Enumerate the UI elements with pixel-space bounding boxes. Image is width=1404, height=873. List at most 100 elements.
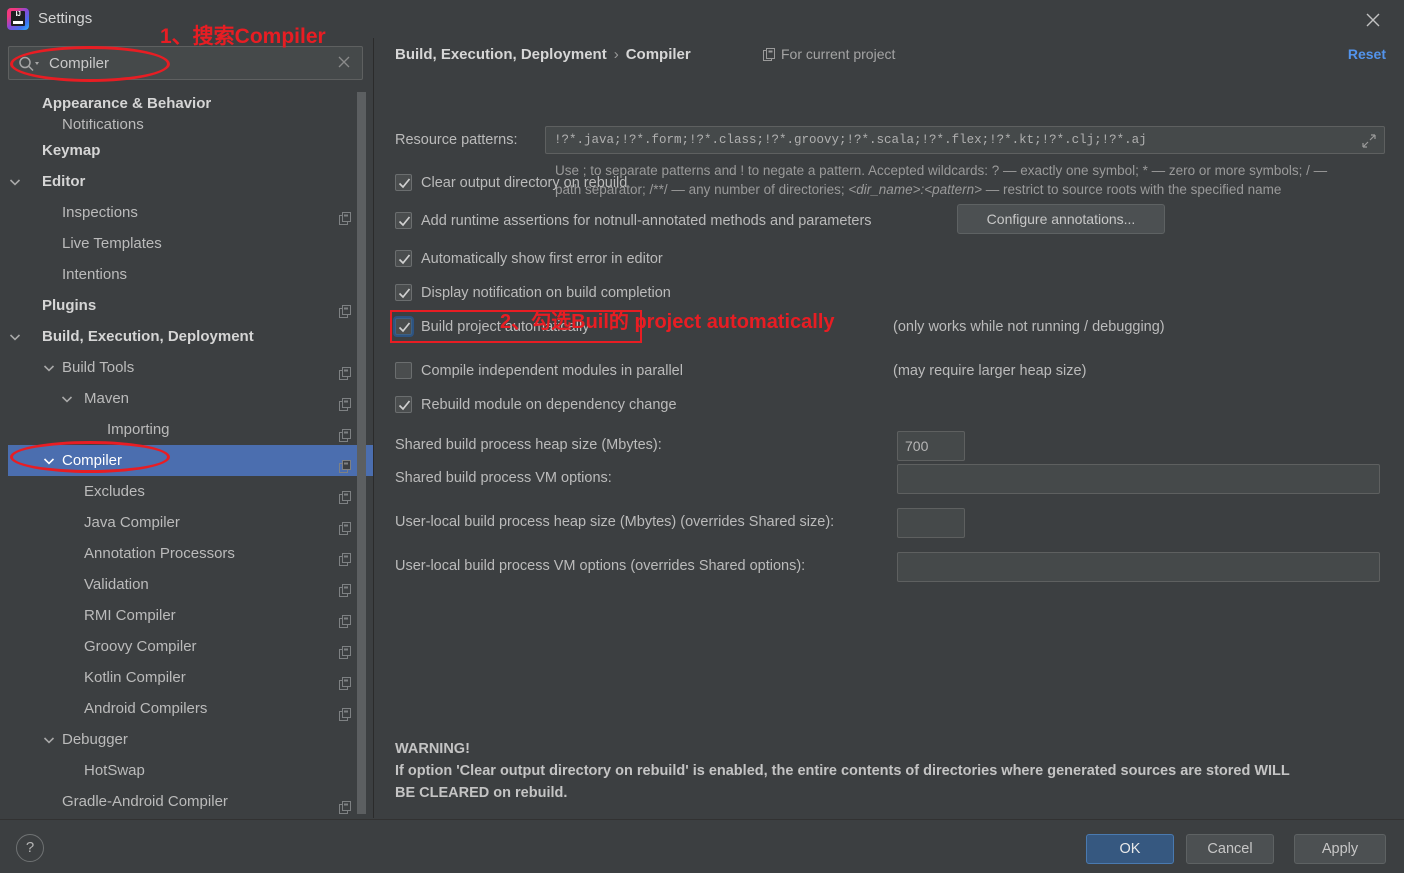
copy-settings-icon[interactable] [339,484,353,504]
sidebar-item-android-compilers[interactable]: Android Compilers [8,693,373,724]
copy-settings-icon[interactable] [339,639,353,659]
chevron-down-icon[interactable] [8,321,22,352]
sidebar-item-editor[interactable]: Editor [8,166,373,197]
copy-settings-icon[interactable] [339,205,353,225]
help-button[interactable]: ? [16,834,44,862]
sidebar-item-gradle-android-compiler[interactable]: Gradle-Android Compiler [8,786,373,817]
sidebar-item-hotswap[interactable]: HotSwap [8,755,373,786]
checkbox-label: Add runtime assertions for notnull-annot… [421,213,872,229]
sidebar-item-groovy-compiler[interactable]: Groovy Compiler [8,631,373,662]
field-label: Shared build process VM options: [395,470,612,486]
chevron-down-icon[interactable] [42,445,56,476]
copy-settings-icon[interactable] [339,422,353,442]
chevron-down-icon[interactable] [42,724,56,755]
sidebar-item-build-tools[interactable]: Build Tools [8,352,373,383]
sidebar-item-java-compiler[interactable]: Java Compiler [8,507,373,538]
field-input[interactable] [897,464,1380,494]
chevron-down-icon[interactable] [42,352,56,383]
copy-settings-icon[interactable] [339,546,353,566]
copy-settings-icon[interactable] [339,608,353,628]
checkbox-label: Automatically show first error in editor [421,251,663,267]
ok-button[interactable]: OK [1086,834,1174,864]
breadcrumb-separator: › [613,46,619,63]
sidebar-item-label: Compiler [62,452,123,469]
sidebar-item-build-execution-deployment[interactable]: Build, Execution, Deployment [8,321,373,352]
expand-icon[interactable] [1362,134,1378,150]
warning-line-1: If option 'Clear output directory on reb… [395,763,1290,779]
sidebar-item-label: Importing [107,421,170,438]
search-icon[interactable] [18,55,40,73]
copy-settings-icon[interactable] [339,360,353,380]
sidebar-item-maven[interactable]: Maven [8,383,373,414]
search-input[interactable] [47,47,337,79]
sidebar-item-intentions[interactable]: Intentions [8,259,373,290]
sidebar-item-rmi-compiler[interactable]: RMI Compiler [8,600,373,631]
field-input[interactable] [897,508,965,538]
sidebar-item-keymap[interactable]: Keymap [8,135,373,166]
checkbox-input[interactable] [395,362,412,379]
sidebar-item-inspections[interactable]: Inspections [8,197,373,228]
checkbox-label: Rebuild module on dependency change [421,397,677,413]
checkbox-label: Display notification on build completion [421,285,671,301]
checkbox-input[interactable] [395,284,412,301]
chevron-down-icon[interactable] [8,166,22,197]
resource-patterns-field[interactable]: !?*.java;!?*.form;!?*.class;!?*.groovy;!… [545,126,1385,154]
clear-icon[interactable] [336,54,354,72]
compiler-settings-panel: Build, Execution, Deployment › Compiler Fo… [383,38,1404,818]
copy-settings-icon[interactable] [339,794,353,814]
cancel-button[interactable]: Cancel [1186,834,1274,864]
sidebar-item-label: Java Compiler [84,514,180,531]
reset-link[interactable]: Reset [1348,46,1386,68]
sidebar-item-excludes[interactable]: Excludes [8,476,373,507]
resource-patterns-hint: Use ; to separate patterns and ! to nega… [555,161,1390,199]
sidebar-item-label: Intentions [62,266,128,283]
configure-annotations-button[interactable]: Configure annotations... [957,204,1165,234]
field-input[interactable] [897,552,1380,582]
sidebar-item-plugins[interactable]: Plugins [8,290,373,321]
sidebar-item-label: Appearance & Behavior [42,95,212,112]
panel-divider [373,38,374,818]
sidebar-item-live-templates[interactable]: Live Templates [8,228,373,259]
checkbox-label: Clear output directory on rebuild [421,175,628,191]
copy-settings-icon[interactable] [339,670,353,690]
sidebar-item-label: Keymap [42,142,101,159]
sidebar-item-kotlin-compiler[interactable]: Kotlin Compiler [8,662,373,693]
checkbox-input[interactable] [395,250,412,267]
sidebar-item-label: Validation [84,576,149,593]
sidebar-item-notifications[interactable]: Notifications [8,119,373,135]
field-input[interactable] [897,431,965,461]
apply-button[interactable]: Apply [1294,834,1386,864]
copy-settings-icon[interactable] [339,577,353,597]
copy-settings-icon[interactable] [339,391,353,411]
checkbox-input[interactable] [395,396,412,413]
sidebar-item-label: Notifications [62,119,144,133]
checkbox-input[interactable] [395,318,412,335]
intellij-idea-logo-icon: IJ [7,8,29,30]
sidebar-item-appearance-behavior[interactable]: Appearance & Behavior [8,88,373,119]
sidebar-item-annotation-processors[interactable]: Annotation Processors [8,538,373,569]
field-label: Shared build process heap size (Mbytes): [395,437,662,453]
sidebar-item-validation[interactable]: Validation [8,569,373,600]
search-box[interactable] [8,46,363,80]
copy-settings-icon[interactable] [339,298,353,318]
copy-settings-icon[interactable] [339,701,353,721]
breadcrumb-current: Compiler [625,46,691,63]
sidebar-item-compiler[interactable]: Compiler [8,445,373,476]
sidebar-item-debugger[interactable]: Debugger [8,724,373,755]
copy-settings-icon[interactable] [339,453,353,473]
sidebar-item-importing[interactable]: Importing [8,414,373,445]
breadcrumb: Build, Execution, Deployment › Compiler [395,46,691,68]
breadcrumb-parent[interactable]: Build, Execution, Deployment [395,46,607,63]
sidebar-item-label: Build Tools [62,359,135,376]
hint-line-1: Use ; to separate patterns and ! to nega… [555,163,1328,178]
sidebar-item-label: RMI Compiler [84,607,176,624]
checkbox-input[interactable] [395,212,412,229]
close-icon[interactable] [1350,4,1396,34]
checkbox-label: Compile independent modules in parallel [421,363,683,379]
resource-patterns-label: Resource patterns: [395,132,518,148]
sidebar-scrollbar-thumb[interactable] [357,92,366,814]
settings-tree[interactable]: Appearance & Behavior Notifications Keymap… [8,88,373,818]
chevron-down-icon[interactable] [60,383,74,414]
checkbox-input[interactable] [395,174,412,191]
copy-settings-icon[interactable] [339,515,353,535]
